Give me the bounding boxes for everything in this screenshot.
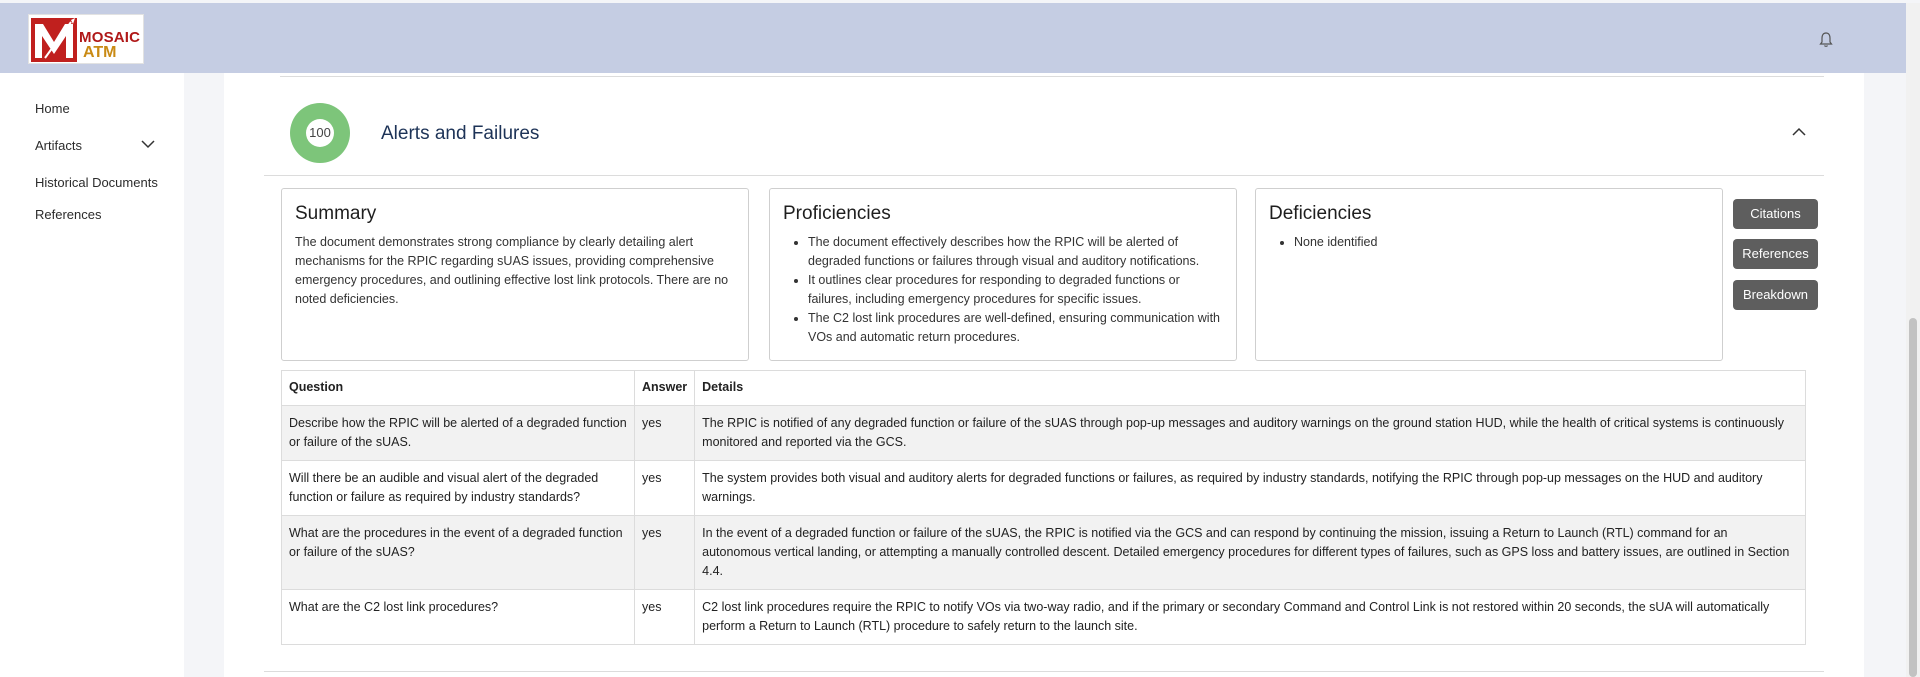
question-cell: What are the procedures in the event of … bbox=[281, 515, 635, 590]
list-item: None identified bbox=[1294, 233, 1709, 252]
table-row: What are the procedures in the event of … bbox=[281, 515, 1806, 590]
table-row: Describe how the RPIC will be alerted of… bbox=[281, 405, 1806, 461]
answer-cell: yes bbox=[633, 589, 696, 645]
references-button[interactable]: References bbox=[1733, 239, 1818, 269]
main-content: 100 Alerts and Failures Summary The docu… bbox=[224, 73, 1864, 677]
question-cell: Describe how the RPIC will be alerted of… bbox=[281, 405, 635, 461]
deficiencies-card: Deficiencies None identified bbox=[1255, 188, 1723, 361]
logo-mark bbox=[31, 18, 77, 62]
table-header-row: Question Answer Details bbox=[281, 370, 1806, 406]
divider bbox=[280, 76, 1824, 77]
mosaic-atm-logo[interactable]: MOSAIC ATM bbox=[28, 14, 144, 64]
list-item: The C2 lost link procedures are well-def… bbox=[808, 309, 1223, 347]
logo-text-atm: ATM bbox=[83, 44, 117, 61]
column-header-details: Details bbox=[694, 370, 1806, 406]
details-cell: C2 lost link procedures require the RPIC… bbox=[694, 589, 1806, 645]
sidebar-item-home[interactable]: Home bbox=[35, 101, 70, 116]
question-cell: What are the C2 lost link procedures? bbox=[281, 589, 635, 645]
answer-cell: yes bbox=[633, 460, 696, 516]
list-item: It outlines clear procedures for respond… bbox=[808, 271, 1223, 309]
column-header-question: Question bbox=[281, 370, 635, 406]
details-cell: The system provides both visual and audi… bbox=[694, 460, 1806, 516]
sidebar-item-historical-documents[interactable]: Historical Documents bbox=[35, 175, 158, 190]
details-cell: In the event of a degraded function or f… bbox=[694, 515, 1806, 590]
section-title: Alerts and Failures bbox=[381, 123, 540, 144]
sidebar-item-artifacts[interactable]: Artifacts bbox=[35, 138, 82, 153]
chevron-down-icon[interactable] bbox=[140, 139, 156, 149]
score-ring: 100 bbox=[290, 103, 350, 163]
bell-icon[interactable] bbox=[1818, 31, 1834, 49]
breakdown-button[interactable]: Breakdown bbox=[1733, 280, 1818, 310]
question-cell: Will there be an audible and visual aler… bbox=[281, 460, 635, 516]
deficiencies-list: None identified bbox=[1269, 233, 1709, 252]
divider bbox=[264, 671, 1824, 672]
scrollbar-thumb[interactable] bbox=[1909, 318, 1917, 677]
table-row: What are the C2 lost link procedures? ye… bbox=[281, 589, 1806, 645]
proficiencies-list: The document effectively describes how t… bbox=[783, 233, 1223, 347]
details-cell: The RPIC is notified of any degraded fun… bbox=[694, 405, 1806, 461]
chevron-up-icon[interactable] bbox=[1791, 127, 1807, 137]
citations-button[interactable]: Citations bbox=[1733, 199, 1818, 229]
proficiencies-title: Proficiencies bbox=[783, 203, 891, 224]
summary-text: The document demonstrates strong complia… bbox=[295, 235, 729, 306]
summary-card: Summary The document demonstrates strong… bbox=[281, 188, 749, 361]
list-item: The document effectively describes how t… bbox=[808, 233, 1223, 271]
score-value: 100 bbox=[306, 119, 334, 147]
summary-title: Summary bbox=[295, 203, 377, 224]
table-row: Will there be an audible and visual aler… bbox=[281, 460, 1806, 516]
answer-cell: yes bbox=[633, 515, 696, 590]
deficiencies-title: Deficiencies bbox=[1269, 203, 1372, 224]
column-header-answer: Answer bbox=[633, 370, 696, 406]
app-header: MOSAIC ATM bbox=[0, 3, 1906, 73]
sidebar-item-references[interactable]: References bbox=[35, 207, 101, 222]
answer-cell: yes bbox=[633, 405, 696, 461]
proficiencies-card: Proficiencies The document effectively d… bbox=[769, 188, 1237, 361]
questions-table: Question Answer Details Describe how the… bbox=[281, 370, 1806, 645]
divider bbox=[264, 175, 1824, 176]
sidebar: Home Artifacts Historical Documents Refe… bbox=[0, 73, 184, 677]
